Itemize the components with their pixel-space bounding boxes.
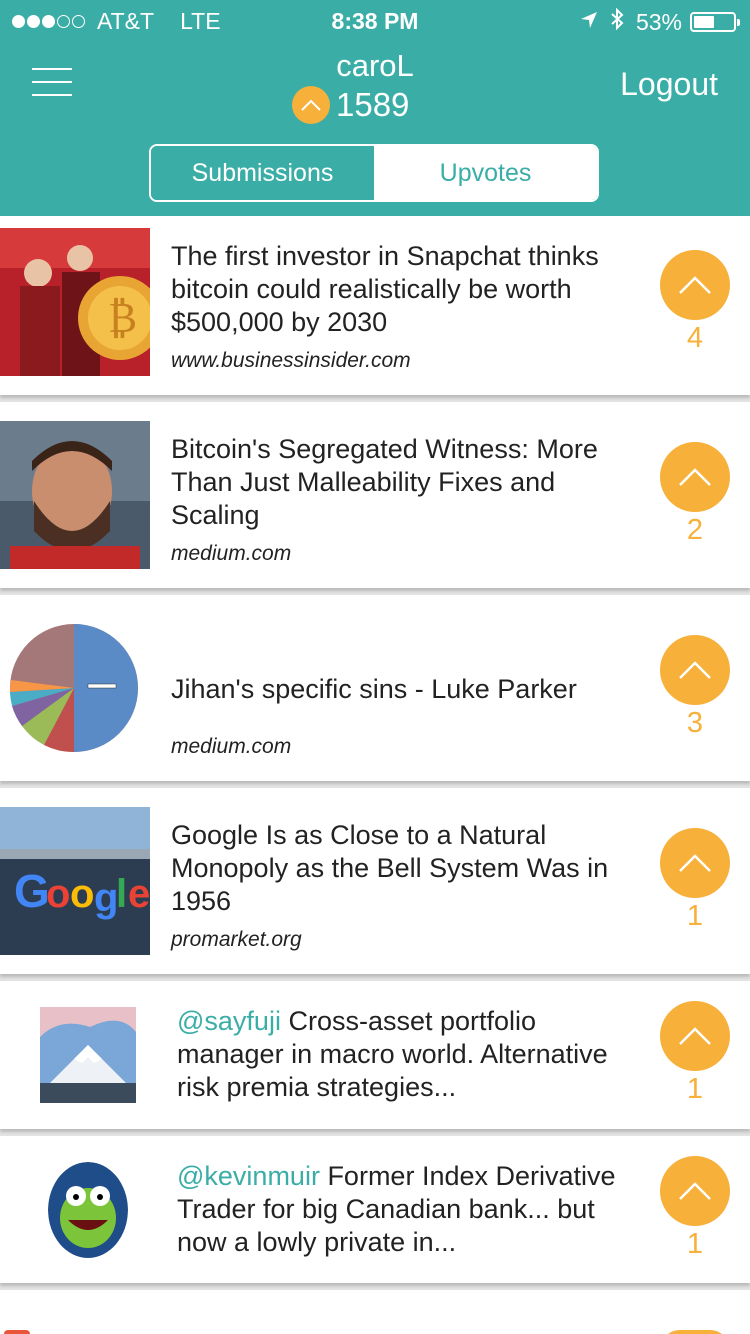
list-item[interactable]: Jihan's specific sins - Luke Parker medi…	[0, 595, 750, 781]
partial-thumbnail	[4, 1330, 30, 1334]
article-title: Bitcoin's Segregated Witness: More Than …	[171, 434, 598, 530]
upvote-chevron-icon	[660, 250, 730, 320]
list-item[interactable]: @kevinmuir Former Index Derivative Trade…	[0, 1136, 750, 1283]
article-thumbnail: ₿	[0, 228, 150, 376]
status-right: 53%	[580, 7, 740, 36]
article-title: The first investor in Snapchat thinks bi…	[171, 241, 599, 337]
upvote-chevron-icon	[660, 635, 730, 705]
svg-text:g: g	[94, 876, 118, 920]
twitter-handle[interactable]: @kevinmuir	[177, 1161, 320, 1191]
article-source: promarket.org	[171, 928, 302, 951]
tweet-text: @kevinmuir Former Index Derivative Trade…	[177, 1160, 638, 1259]
vote-count: 1	[686, 1073, 704, 1105]
article-thumbnail	[0, 421, 150, 569]
battery-percent: 53%	[635, 8, 682, 35]
upvote-chevron-icon	[660, 1001, 730, 1071]
status-bar: AT&T LTE 8:38 PM 53%	[0, 0, 750, 40]
article-thumbnail: G o o g l e	[0, 807, 150, 955]
svg-text:o: o	[46, 872, 70, 916]
upvote-button[interactable]: 1	[660, 1001, 730, 1106]
upvote-button[interactable]: 4	[660, 250, 730, 355]
list-item[interactable]: ₿ The first investor in Snapchat thinks …	[0, 216, 750, 395]
svg-text:G: G	[14, 865, 50, 917]
article-thumbnail	[0, 614, 150, 762]
profile-image	[48, 1162, 128, 1258]
upvote-button[interactable]: 1	[660, 828, 730, 933]
tab-submissions[interactable]: Submissions	[151, 146, 374, 200]
twitter-handle[interactable]: @sayfuji	[177, 1006, 281, 1036]
vote-count: 1	[686, 900, 704, 932]
list-item[interactable]: @sayfuji Cross-asset portfolio manager i…	[0, 981, 750, 1129]
svg-text:₿: ₿	[108, 293, 137, 342]
location-arrow-icon	[580, 9, 598, 35]
upvote-button[interactable]: 3	[660, 635, 730, 740]
article-source: medium.com	[171, 542, 292, 565]
partial-upvote-button[interactable]	[660, 1330, 730, 1334]
list-item[interactable]: G o o g l e Google Is as Close to a Natu…	[0, 788, 750, 974]
karma-value: 1589	[336, 86, 410, 123]
upvote-chevron-icon	[660, 1156, 730, 1226]
battery-icon	[690, 12, 740, 32]
tab-upvotes[interactable]: Upvotes	[374, 146, 597, 200]
vote-count: 4	[686, 322, 704, 354]
vote-count: 2	[686, 514, 704, 546]
article-source: www.businessinsider.com	[171, 349, 411, 372]
app-header: AT&T LTE 8:38 PM 53% caroL 1589 Logout S…	[0, 0, 750, 216]
bluetooth-icon	[610, 7, 624, 36]
karma-score: 1589	[292, 86, 409, 124]
upvote-badge-icon	[292, 86, 330, 124]
upvote-button[interactable]: 2	[660, 442, 730, 547]
upvote-chevron-icon	[660, 828, 730, 898]
list-item[interactable]: Bitcoin's Segregated Witness: More Than …	[0, 402, 750, 588]
vote-count: 1	[686, 1228, 704, 1260]
segmented-control: Submissions Upvotes	[149, 144, 599, 202]
svg-text:e: e	[128, 872, 150, 916]
svg-text:o: o	[70, 872, 94, 916]
list-item-partial[interactable]	[0, 1290, 750, 1334]
profile-image	[40, 1007, 136, 1103]
upvote-chevron-icon	[660, 442, 730, 512]
svg-text:l: l	[116, 872, 127, 916]
article-title: Google Is as Close to a Natural Monopoly…	[171, 820, 609, 916]
tweet-text: @sayfuji Cross-asset portfolio manager i…	[177, 1005, 638, 1104]
upvote-button[interactable]: 1	[660, 1156, 730, 1261]
vote-count: 3	[686, 707, 704, 739]
article-title: Jihan's specific sins - Luke Parker	[171, 674, 577, 704]
logout-button[interactable]: Logout	[620, 66, 718, 103]
article-source: medium.com	[171, 735, 292, 758]
